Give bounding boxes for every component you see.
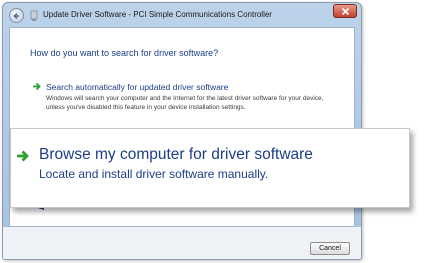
cancel-button[interactable]: Cancel [310, 242, 350, 255]
back-button[interactable] [9, 8, 24, 23]
window-title: Update Driver Software - PCI Simple Comm… [43, 10, 272, 19]
browse-computer-title: Browse my computer for driver software [39, 146, 313, 163]
search-automatically-title: Search automatically for updated driver … [46, 82, 229, 92]
device-driver-icon [30, 10, 38, 21]
green-arrow-icon [17, 150, 29, 162]
back-arrow-icon [13, 13, 19, 19]
green-arrow-icon [33, 82, 41, 91]
page-heading: How do you want to search for driver sof… [30, 48, 219, 58]
search-automatically-description: Windows will search your computer and th… [46, 95, 324, 111]
close-icon [341, 7, 350, 16]
title-bar: Update Driver Software - PCI Simple Comm… [3, 3, 361, 29]
browse-computer-callout[interactable]: Browse my computer for driver software L… [10, 128, 410, 208]
search-automatically-option[interactable]: Search automatically for updated driver … [28, 78, 338, 130]
dialog-footer: Cancel [3, 227, 361, 259]
close-button[interactable] [333, 4, 357, 18]
browse-computer-subtitle: Locate and install driver software manua… [39, 167, 269, 181]
